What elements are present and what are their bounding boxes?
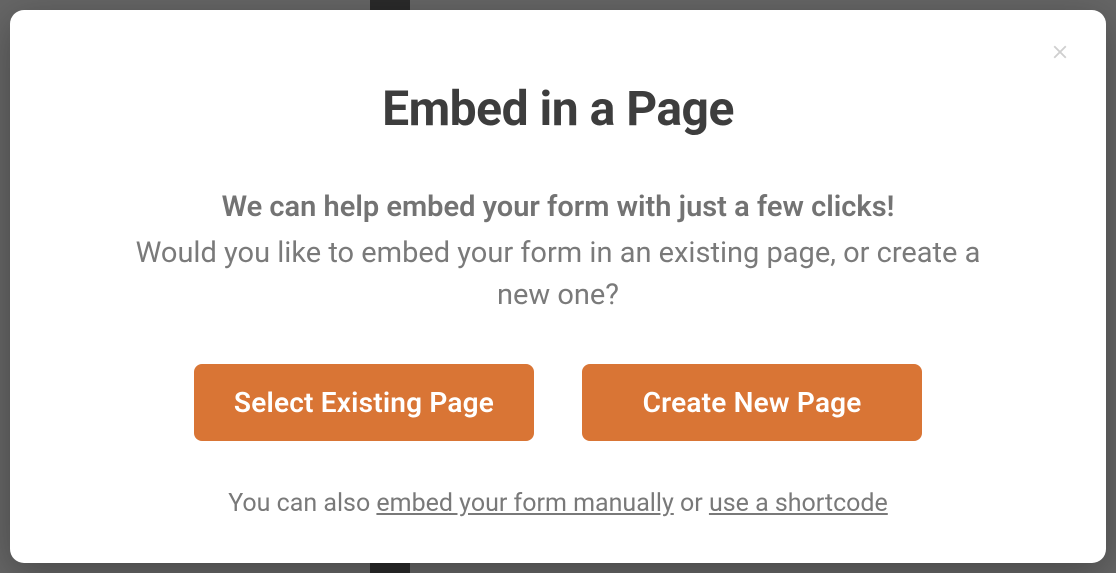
use-shortcode-link[interactable]: use a shortcode [709,489,888,518]
modal-lead-text: We can help embed your form with just a … [222,187,895,228]
embed-modal: Embed in a Page We can help embed your f… [10,10,1106,563]
close-icon [1049,41,1071,63]
footer-text: You can also embed your form manually or… [228,489,888,518]
embed-manually-link[interactable]: embed your form manually [376,489,673,518]
create-new-page-button[interactable]: Create New Page [582,364,922,441]
select-existing-page-button[interactable]: Select Existing Page [194,364,534,441]
footer-middle: or [674,489,709,518]
modal-title: Embed in a Page [382,80,734,137]
modal-sub-text: Would you like to embed your form in an … [133,232,983,316]
close-button[interactable] [1046,38,1074,66]
footer-prefix: You can also [228,489,376,518]
button-row: Select Existing Page Create New Page [194,364,922,441]
